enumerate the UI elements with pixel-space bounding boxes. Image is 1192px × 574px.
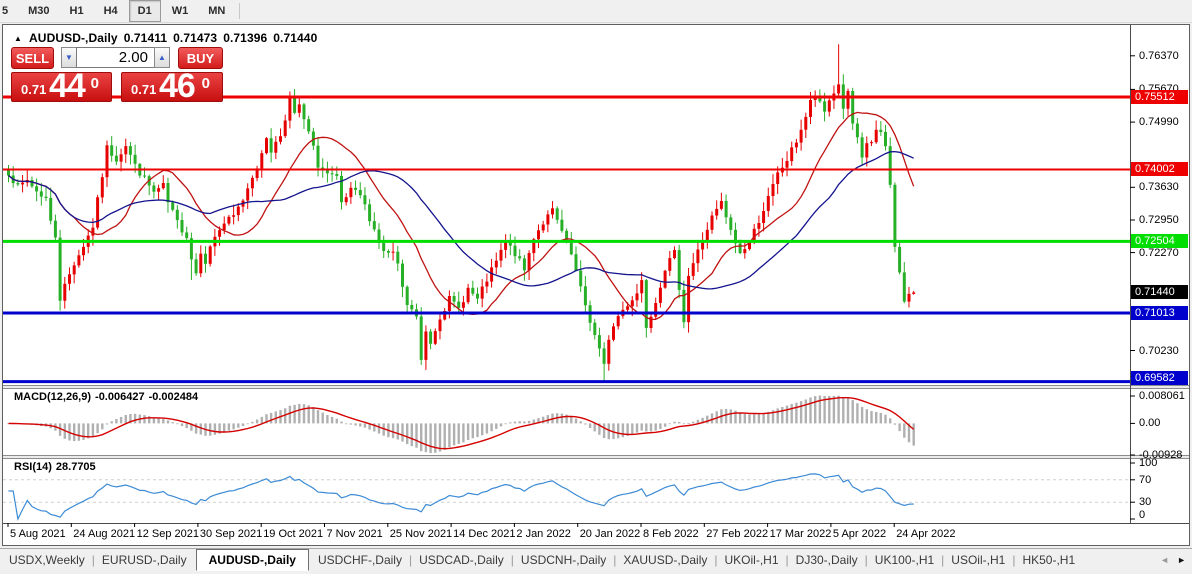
chart-window: ▲ AUDUSD-,Daily 0.71411 0.71473 0.71396 0.714… [2, 24, 1190, 546]
toolbar-separator [239, 3, 241, 19]
price-tick-label: 0.73630 [1139, 181, 1179, 194]
timeframe-button-mn[interactable]: MN [199, 0, 234, 22]
chart-title: ▲ AUDUSD-,Daily 0.71411 0.71473 0.71396 0.714… [14, 31, 317, 45]
sell-button[interactable]: SELL [11, 47, 54, 69]
date-tick-label: 12 Sep 2021 [136, 528, 199, 540]
rsi-axis-label: 0 [1139, 509, 1146, 521]
price-level-badge: 0.72504 [1131, 234, 1188, 249]
date-tick-label: 8 Feb 2022 [643, 528, 699, 540]
buy-button[interactable]: BUY [178, 47, 223, 69]
volume-decrease-button[interactable]: ▼ [61, 47, 77, 68]
rsi-axis-label: 30 [1139, 496, 1152, 509]
price-level-badge: 0.71013 [1131, 305, 1188, 320]
timeframe-button-m30[interactable]: M30 [19, 0, 58, 22]
macd-label: MACD(12,26,9) -0.006427 -0.002484 [14, 391, 202, 403]
tab-ukoil-h1[interactable]: UKOil-,H1 [716, 550, 788, 570]
collapse-triangle-icon[interactable]: ▲ [14, 34, 22, 43]
date-tick-label: 27 Feb 2022 [706, 528, 769, 540]
date-tick-label: 17 Mar 2022 [769, 528, 832, 540]
price-level-badge: 0.75512 [1131, 90, 1188, 104]
price-tick-label: 0.72270 [1139, 246, 1179, 259]
chart-symbol-label: AUDUSD-,Daily [29, 31, 118, 45]
ohlc-low: 0.71396 [223, 31, 268, 45]
price-level-badge: 0.69582 [1131, 371, 1188, 385]
rsi-label: RSI(14) 28.7705 [14, 461, 100, 473]
price-tick-label: 0.70230 [1139, 344, 1179, 357]
macd-name: MACD(12,26,9) [14, 391, 92, 403]
chevron-up-icon: ▲ [158, 52, 166, 62]
macd-axis-label: 0.00 [1139, 417, 1161, 430]
tab-usdx-weekly[interactable]: USDX,Weekly [0, 550, 94, 570]
sell-price-big: 44 [49, 67, 86, 105]
tab-usoil-h1[interactable]: USOil-,H1 [942, 550, 1014, 570]
date-tick-label: 24 Apr 2022 [896, 528, 956, 540]
date-tick-label: 24 Aug 2021 [73, 528, 136, 540]
sell-price-sup: 0 [90, 75, 99, 92]
buy-price-sup: 0 [201, 75, 210, 92]
date-tick-label: 5 Apr 2022 [832, 528, 887, 540]
date-tick-label: 25 Nov 2021 [389, 528, 453, 540]
volume-increase-button[interactable]: ▲ [154, 47, 170, 68]
timeframe-button-h1[interactable]: H1 [61, 0, 93, 22]
tab-usdchf-daily[interactable]: USDCHF-,Daily [309, 550, 411, 570]
volume-input[interactable]: 2.00 [76, 47, 155, 68]
buy-price-prefix: 0.71 [131, 82, 157, 97]
tab-hk50-h1[interactable]: HK50-,H1 [1013, 550, 1084, 570]
date-tick-label: 2 Jan 2022 [516, 528, 571, 540]
date-tick-label: 14 Dec 2021 [453, 528, 516, 540]
rsi-value: 28.7705 [55, 461, 96, 473]
date-tick-label: 7 Nov 2021 [326, 528, 383, 540]
price-tick-label: 0.74990 [1139, 116, 1179, 129]
macd-axis-label: 0.008061 [1139, 389, 1185, 402]
timeframe-button-d1[interactable]: D1 [128, 0, 161, 22]
tab-scroll-arrows: ◄ ► [1160, 555, 1186, 565]
price-tick-label: 0.76370 [1139, 49, 1179, 62]
date-tick-label: 19 Oct 2021 [263, 528, 324, 540]
timeframe-button-w1[interactable]: W1 [163, 0, 198, 22]
tab-scroll-left-icon[interactable]: ◄ [1160, 555, 1169, 565]
price-level-badge: 0.71440 [1131, 285, 1188, 300]
tab-scroll-right-icon[interactable]: ► [1177, 555, 1186, 565]
price-level-badge: 0.74002 [1131, 162, 1188, 177]
tab-dj30-daily[interactable]: DJ30-,Daily [787, 550, 867, 570]
tab-usdcad-daily[interactable]: USDCAD-,Daily [410, 550, 513, 570]
chart-tabs: USDX,Weekly | EURUSD-,Daily AUDUSD-,Daily US… [0, 548, 1084, 571]
buy-price-button[interactable]: 0.71 46 0 [121, 67, 223, 105]
macd-main-value: -0.006427 [95, 391, 145, 403]
ohlc-high: 0.71473 [173, 31, 218, 45]
date-tick-label: 20 Jan 2022 [579, 528, 641, 540]
sell-price-button[interactable]: 0.71 44 0 [11, 67, 112, 105]
tab-xauusd-daily[interactable]: XAUUSD-,Daily [614, 550, 716, 570]
rsi-name: RSI(14) [14, 461, 52, 473]
date-tick-label: 5 Aug 2021 [10, 528, 66, 540]
price-tick-label: 0.72950 [1139, 213, 1179, 226]
rsi-axis-label: 70 [1139, 473, 1152, 486]
buy-price-big: 46 [159, 67, 196, 105]
timeframe-button-5[interactable]: 5 [0, 0, 17, 22]
trading-terminal: 5 M30 H1 H4 D1 W1 MN ▲ AUDUSD-,Daily 0.71411 0.71… [0, 0, 1192, 574]
tab-eurusd-daily[interactable]: EURUSD-,Daily [93, 550, 196, 570]
chart-tabs-bar: USDX,Weekly | EURUSD-,Daily AUDUSD-,Daily US… [0, 548, 1192, 571]
ohlc-open: 0.71411 [123, 31, 168, 45]
tab-audusd-daily[interactable]: AUDUSD-,Daily [195, 548, 309, 571]
timeframe-toolbar: 5 M30 H1 H4 D1 W1 MN [0, 0, 1192, 23]
ohlc-close: 0.71440 [273, 31, 318, 45]
chevron-down-icon: ▼ [65, 52, 73, 62]
tab-usdcnh-daily[interactable]: USDCNH-,Daily [512, 550, 615, 570]
timeframe-button-h4[interactable]: H4 [95, 0, 127, 22]
tab-uk100-h1[interactable]: UK100-,H1 [866, 550, 943, 570]
sell-price-prefix: 0.71 [21, 82, 47, 97]
macd-signal-value: -0.002484 [148, 391, 199, 403]
rsi-axis-label: 100 [1139, 457, 1158, 469]
date-tick-label: 30 Sep 2021 [199, 528, 263, 540]
